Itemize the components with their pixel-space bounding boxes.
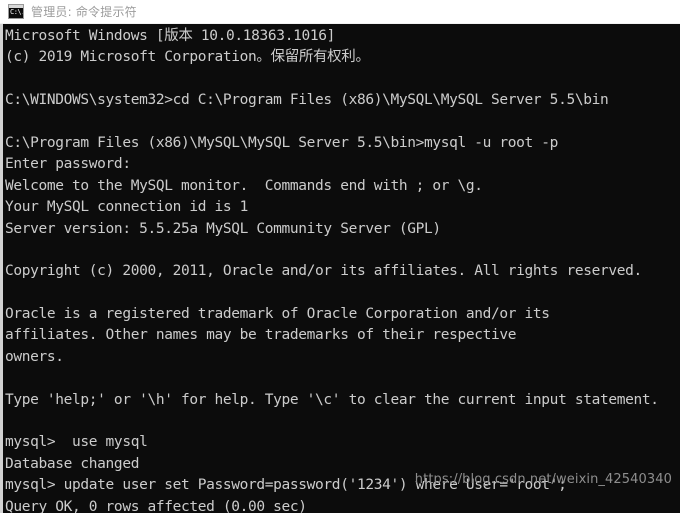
console-line: Enter password: <box>5 156 131 173</box>
window-title: 管理员: 命令提示符 <box>31 5 137 19</box>
blog-watermark: https://blog.csdn.net/weixin_42540340 <box>414 472 672 487</box>
window-titlebar: C:\. 管理员: 命令提示符 <box>0 0 680 24</box>
console-line: Query OK, 0 rows affected (0.00 sec) <box>5 498 307 513</box>
console-line: Microsoft Windows [版本 10.0.18363.1016] <box>5 28 335 44</box>
console-line: owners. <box>5 348 64 365</box>
console-line: Your MySQL connection id is 1 <box>5 199 249 216</box>
command-prompt-window: C:\. 管理员: 命令提示符 Microsoft Windows [版本 10… <box>0 0 680 513</box>
console-line: Oracle is a registered trademark of Orac… <box>5 306 550 323</box>
console-text-container: Microsoft Windows [版本 10.0.18363.1016] (c… <box>3 24 680 513</box>
console-line: Welcome to the MySQL monitor. Commands e… <box>5 177 483 194</box>
cmd-icon-prompt-text: C:\. <box>10 8 24 16</box>
console-output-area[interactable]: Microsoft Windows [版本 10.0.18363.1016] (c… <box>0 24 680 513</box>
console-line: C:\WINDOWS\system32>cd C:\Program Files … <box>5 92 609 109</box>
console-line: Server version: 5.5.25a MySQL Community … <box>5 220 441 237</box>
cmd-icon: C:\. <box>8 4 24 19</box>
console-line: (c) 2019 Microsoft Corporation。保留所有权利。 <box>5 49 370 66</box>
console-line: Type 'help;' or '\h' for help. Type '\c'… <box>5 391 659 408</box>
console-line: mysql> use mysql <box>5 434 148 451</box>
console-line: affiliates. Other names may be trademark… <box>5 327 517 344</box>
console-line: Copyright (c) 2000, 2011, Oracle and/or … <box>5 263 642 280</box>
console-line: C:\Program Files (x86)\MySQL\MySQL Serve… <box>5 134 559 151</box>
